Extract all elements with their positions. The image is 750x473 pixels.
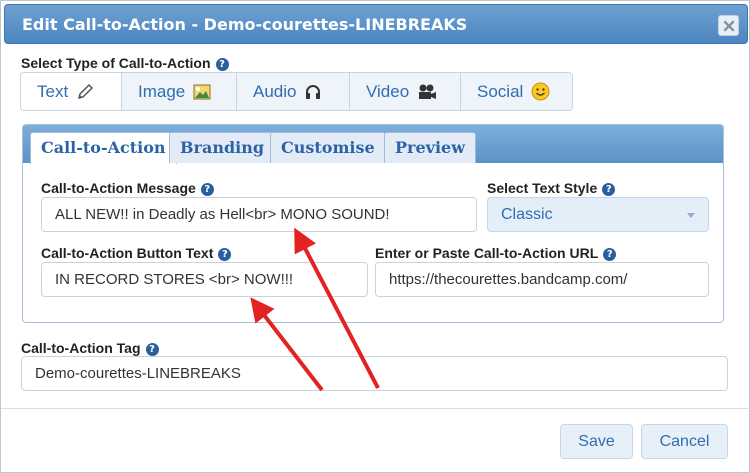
help-icon[interactable]: ?: [200, 183, 214, 196]
message-input[interactable]: ALL NEW!! in Deadly as Hell<br> MONO SOU…: [41, 197, 477, 232]
type-image-button[interactable]: Image: [122, 73, 237, 110]
tab-branding[interactable]: Branding: [169, 132, 276, 163]
type-section-label: Select Type of Call-to-Action?: [21, 55, 229, 71]
headphones-icon: [304, 83, 322, 101]
help-icon[interactable]: ?: [603, 248, 617, 261]
type-image-label: Image: [138, 81, 186, 101]
dialog-titlebar[interactable]: Edit Call-to-Action - Demo-courettes-LIN…: [4, 4, 748, 44]
tab-preview[interactable]: Preview: [384, 132, 476, 163]
dialog-title: Edit Call-to-Action - Demo-courettes-LIN…: [22, 15, 468, 34]
help-icon[interactable]: ?: [218, 248, 232, 261]
type-text-button[interactable]: Text: [21, 73, 122, 110]
tag-label-text: Call-to-Action Tag: [21, 340, 141, 356]
text-style-select[interactable]: Classic: [487, 197, 709, 232]
tabs-header: Call-to-Action Branding Customise Previe…: [23, 125, 723, 164]
footer-divider: [1, 408, 750, 409]
close-button[interactable]: [718, 15, 739, 36]
help-icon[interactable]: ?: [602, 183, 616, 196]
picture-icon: [193, 84, 211, 100]
help-icon[interactable]: ?: [215, 58, 229, 71]
chevron-down-icon: [687, 213, 695, 218]
help-icon[interactable]: ?: [145, 343, 159, 356]
close-icon: [723, 20, 735, 32]
type-social-button[interactable]: Social: [461, 73, 572, 110]
message-label-text: Call-to-Action Message: [41, 180, 196, 196]
tag-input[interactable]: Demo-courettes-LINEBREAKS: [21, 356, 728, 391]
type-text-label: Text: [37, 81, 69, 101]
text-style-label: Select Text Style?: [487, 180, 616, 196]
save-button[interactable]: Save: [560, 424, 633, 459]
type-social-label: Social: [477, 81, 524, 101]
button-text-label-text: Call-to-Action Button Text: [41, 245, 214, 261]
smiley-icon: [531, 82, 550, 101]
url-input[interactable]: https://thecourettes.bandcamp.com/: [375, 262, 709, 297]
edit-cta-dialog: Edit Call-to-Action - Demo-courettes-LIN…: [0, 0, 750, 473]
tag-label: Call-to-Action Tag?: [21, 340, 159, 356]
button-text-input[interactable]: IN RECORD STORES <br> NOW!!!: [41, 262, 368, 297]
text-style-value: Classic: [501, 206, 553, 223]
type-audio-button[interactable]: Audio: [237, 73, 350, 110]
tab-call-to-action[interactable]: Call-to-Action: [30, 132, 177, 164]
url-label-text: Enter or Paste Call-to-Action URL: [375, 245, 599, 261]
button-text-label: Call-to-Action Button Text?: [41, 245, 232, 261]
tab-customise[interactable]: Customise: [270, 132, 386, 163]
text-style-label-text: Select Text Style: [487, 180, 598, 196]
pencil-icon: [76, 83, 94, 101]
type-video-label: Video: [366, 81, 410, 101]
message-label: Call-to-Action Message?: [41, 180, 214, 196]
type-video-button[interactable]: Video: [350, 73, 461, 110]
type-audio-label: Audio: [253, 81, 297, 101]
cancel-button[interactable]: Cancel: [641, 424, 728, 459]
film-camera-icon: [417, 83, 437, 101]
type-section-label-text: Select Type of Call-to-Action: [21, 55, 211, 71]
cta-type-selector: Text Image Audio Video Social: [20, 72, 573, 111]
url-label: Enter or Paste Call-to-Action URL?: [375, 245, 617, 261]
